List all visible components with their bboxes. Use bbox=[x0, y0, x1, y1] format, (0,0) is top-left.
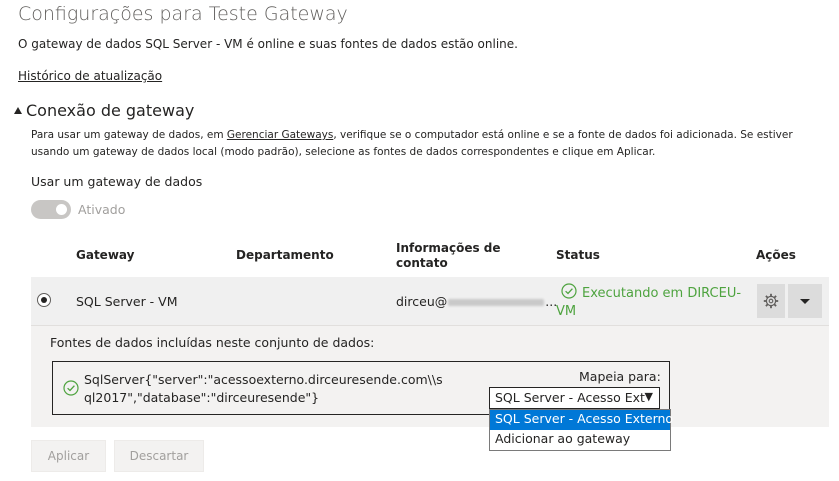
discard-button[interactable]: Descartar bbox=[114, 440, 204, 472]
use-gateway-label: Usar um gateway de dados bbox=[31, 174, 203, 189]
option-add-to-gateway[interactable]: Adicionar ao gateway bbox=[490, 430, 670, 450]
gateway-status-cell: Executando em DIRCEU-VM bbox=[556, 286, 742, 319]
gateway-description: Para usar um gateway de dados, em Gerenc… bbox=[31, 127, 831, 161]
gateway-settings-button[interactable] bbox=[757, 284, 785, 318]
col-header-department: Departamento bbox=[236, 248, 334, 262]
col-header-gateway: Gateway bbox=[76, 248, 135, 262]
redacted-email-blur bbox=[448, 299, 545, 306]
page-title: Configurações para Teste Gateway bbox=[18, 3, 348, 25]
chevron-down-icon bbox=[800, 299, 810, 304]
dropdown-arrow-icon: ▼ bbox=[644, 390, 653, 403]
gateway-name-cell: SQL Server - VM bbox=[76, 294, 178, 309]
contact-cell: dirceu@... bbox=[396, 294, 557, 309]
toggle-knob bbox=[56, 204, 67, 215]
gateway-radio-button[interactable] bbox=[37, 293, 51, 307]
apply-button[interactable]: Aplicar bbox=[31, 440, 106, 472]
checkmark-circle-icon bbox=[63, 380, 79, 396]
gateway-connection-heading[interactable]: Conexão de gateway bbox=[26, 101, 194, 120]
maps-to-options-list[interactable]: SQL Server - Acesso Externo Adicionar ao… bbox=[489, 409, 673, 451]
toggle-state-label: Ativado bbox=[78, 202, 126, 217]
desc-text-part1: Para usar um gateway de dados, em bbox=[31, 129, 227, 141]
col-header-actions: Ações bbox=[756, 248, 796, 262]
gear-icon bbox=[763, 293, 779, 309]
expand-row-button[interactable] bbox=[788, 284, 822, 318]
contact-email-prefix: dirceu@ bbox=[396, 294, 448, 309]
col-header-contact: Informações de contato bbox=[396, 241, 501, 270]
maps-to-select[interactable]: SQL Server - Acesso Ext ▼ bbox=[489, 387, 660, 409]
gateway-status-message: O gateway de dados SQL Server - VM é onl… bbox=[18, 37, 518, 51]
maps-to-label: Mapeia para: bbox=[579, 369, 661, 384]
collapse-caret-icon[interactable] bbox=[14, 107, 22, 114]
radio-dot bbox=[41, 297, 47, 303]
use-gateway-toggle[interactable] bbox=[31, 200, 71, 219]
select-value: SQL Server - Acesso Ext bbox=[495, 390, 645, 405]
col-header-status: Status bbox=[556, 248, 600, 262]
option-sql-server-external[interactable]: SQL Server - Acesso Externo bbox=[490, 410, 673, 430]
refresh-history-link[interactable]: Histórico de atualização bbox=[18, 69, 162, 83]
data-source-connection-string: SqlServer{"server":"acessoexterno.dirceu… bbox=[84, 372, 443, 405]
manage-gateways-link[interactable]: Gerenciar Gateways bbox=[227, 129, 333, 141]
data-sources-label: Fontes de dados incluídas neste conjunto… bbox=[50, 335, 375, 350]
